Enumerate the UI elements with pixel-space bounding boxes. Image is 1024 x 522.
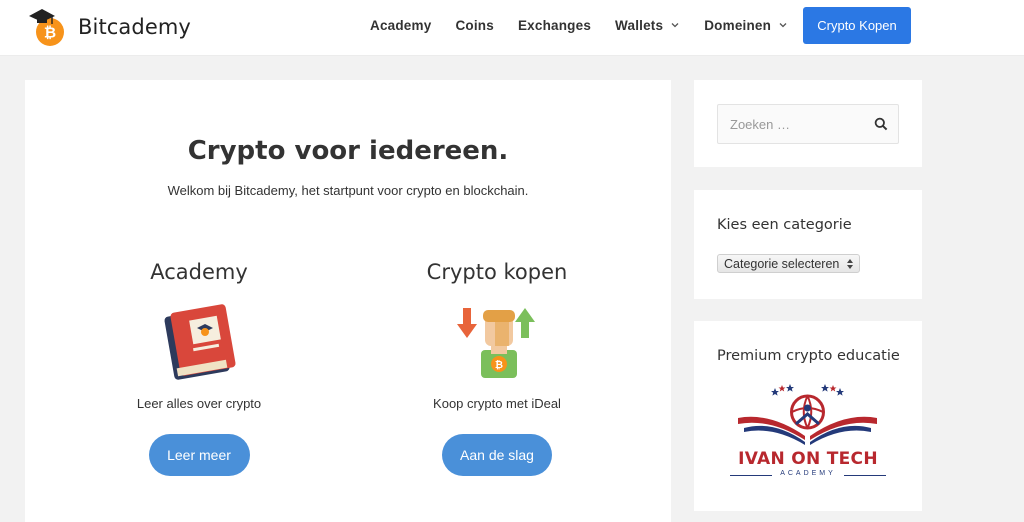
widget-title: Kies een categorie — [717, 217, 852, 233]
page-title: Crypto voor iedereen. — [187, 136, 509, 166]
nav-item-domeinen[interactable]: Domeinen — [704, 18, 788, 33]
nav-label: Academy — [370, 17, 432, 33]
search-widget — [694, 80, 922, 167]
site-header: ₿ Bitcademy Academy Coins Exchanges Wall… — [0, 0, 1024, 56]
ivan-on-tech-logo-icon[interactable] — [730, 384, 885, 484]
widget-title: Premium crypto educatie — [717, 348, 900, 364]
nav-label: Coins — [455, 17, 494, 33]
site-name: Bitcademy — [78, 15, 191, 39]
feature-academy: Academy Leer alles over crypto Leer meer — [49, 260, 349, 476]
feature-title: Academy — [150, 260, 248, 284]
chevron-down-icon — [779, 23, 787, 28]
page-subtitle: Welkom bij Bitcademy, het startpunt voor… — [167, 183, 529, 198]
feature-buy-crypto: Crypto kopen ₿ Koop crypto met iDeal Aan… — [347, 260, 647, 476]
category-select[interactable]: Categorie selecteren — [717, 254, 860, 273]
main-content: Crypto voor iedereen. Welkom bij Bitcade… — [25, 80, 671, 522]
nav-item-academy[interactable]: Academy — [370, 18, 431, 33]
search-input[interactable] — [718, 105, 868, 143]
nav-item-wallets[interactable]: Wallets — [615, 18, 680, 33]
nav-item-coins[interactable]: Coins — [455, 18, 494, 33]
promo-rule-right — [844, 475, 886, 476]
svg-text:₿: ₿ — [44, 24, 56, 42]
buy-crypto-button[interactable]: Crypto Kopen — [803, 7, 911, 44]
category-widget: Kies een categorie Categorie selecteren — [694, 190, 922, 299]
trader-icon: ₿ — [457, 308, 535, 378]
book-icon — [164, 304, 236, 380]
chevron-down-icon — [671, 23, 679, 28]
category-select-value: Categorie selecteren — [724, 256, 840, 271]
feature-title: Crypto kopen — [426, 260, 568, 284]
svg-text:₿: ₿ — [495, 359, 503, 371]
promo-brand-text: IVAN ON TECH — [738, 449, 878, 469]
get-started-button[interactable]: Aan de slag — [442, 434, 552, 476]
bitcoin-graduate-logo-icon: ₿ — [29, 9, 64, 46]
feature-description: Leer alles over crypto — [136, 396, 262, 411]
learn-more-button[interactable]: Leer meer — [148, 434, 250, 476]
site-logo[interactable]: ₿ Bitcademy — [26, 6, 191, 48]
nav-label: Domeinen — [704, 17, 772, 33]
nav-label: Wallets — [615, 17, 664, 33]
search-icon[interactable] — [874, 117, 888, 131]
promo-widget: Premium crypto educatie IVAN ON TECH ACA… — [694, 321, 922, 511]
nav-label: Exchanges — [517, 17, 592, 33]
select-arrows-icon — [847, 259, 853, 269]
nav-item-exchanges[interactable]: Exchanges — [518, 18, 591, 33]
search-box — [717, 104, 899, 144]
feature-description: Koop crypto met iDeal — [433, 396, 561, 411]
main-nav: Academy Coins Exchanges Wallets Domeinen — [370, 0, 812, 50]
